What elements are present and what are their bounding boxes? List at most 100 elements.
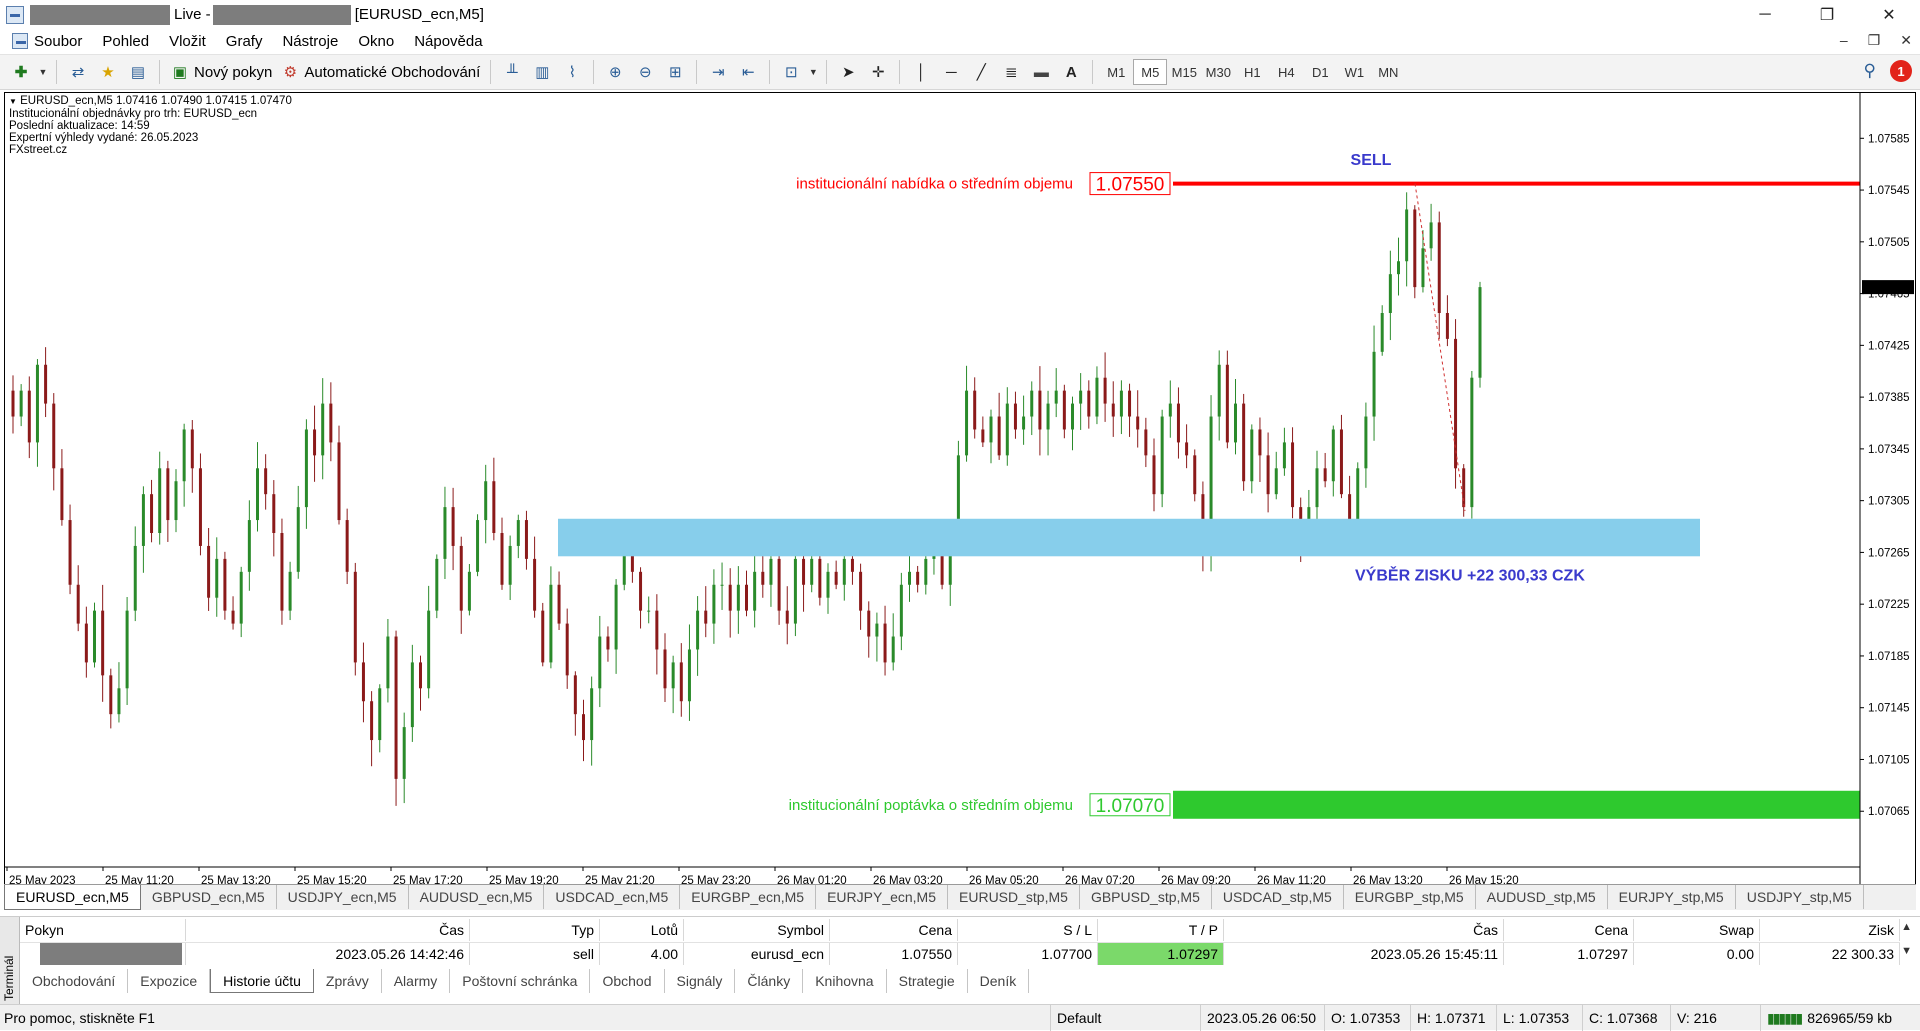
favorites-icon[interactable]: ★ [95,59,121,85]
terminal-tab[interactable]: Obchod [590,969,665,993]
terminal-sidebar[interactable]: Terminál [0,917,20,1005]
menu-vlozit[interactable]: Vložit [159,33,216,50]
symbol-tab[interactable]: AUDUSD_stp,M5 [1476,885,1608,909]
symbol-tab[interactable]: GBPUSD_stp,M5 [1080,885,1212,909]
terminal-tab[interactable]: Expozice [128,969,211,993]
timeframe-d1[interactable]: D1 [1303,59,1337,85]
candlestick-icon[interactable]: ▥ [529,59,555,85]
candle-body [1136,416,1140,430]
col-sl[interactable]: S / L [958,919,1098,941]
timeframe-w1[interactable]: W1 [1337,59,1371,85]
symbol-tab[interactable]: EURUSD_stp,M5 [948,885,1080,909]
symbol-tab[interactable]: EURJPY_ecn,M5 [816,885,949,909]
table-row[interactable]: 2023.05.26 14:42:46 sell 4.00 eurusd_ecn… [20,942,1900,965]
terminal-tab[interactable]: Strategie [887,969,968,993]
symbol-tab[interactable]: USDCAD_ecn,M5 [544,885,681,909]
cursor-icon[interactable]: ➤ [835,59,861,85]
mdi-restore-button[interactable]: ❐ [1868,32,1881,49]
dropdown-arrow-icon[interactable]: ▼ [808,59,818,85]
col-cena[interactable]: Cena [830,919,958,941]
tile-windows-icon[interactable]: ⊞ [662,59,688,85]
new-chart-icon[interactable]: ✚ [8,59,34,85]
symbol-tab[interactable]: USDJPY_ecn,M5 [277,885,409,909]
timeframe-mn[interactable]: MN [1371,59,1405,85]
terminal-tab[interactable]: Historie účtu [210,969,314,993]
notification-badge[interactable]: 1 [1890,60,1912,82]
close-button[interactable]: ✕ [1858,0,1920,29]
collapse-arrow-icon[interactable]: ▼ [9,97,17,106]
status-profile[interactable]: Default [1050,1005,1200,1031]
terminal-tab[interactable]: Deník [968,969,1030,993]
chart-window[interactable]: 1.07550 institucionální nabídka o střední… [4,92,1916,892]
candle-body [1022,416,1026,430]
timeframe-m1[interactable]: M1 [1099,59,1133,85]
terminal-tab[interactable]: Obchodování [20,969,129,993]
symbol-tab[interactable]: EURJPY_stp,M5 [1608,885,1736,909]
terminal-tab[interactable]: Poštovní schránka [450,969,591,993]
symbol-tab[interactable]: EURGBP_stp,M5 [1344,885,1476,909]
timeframe-h1[interactable]: H1 [1235,59,1269,85]
symbol-tab[interactable]: EURUSD_ecn,M5 [4,885,141,910]
terminal-tab[interactable]: Signály [665,969,736,993]
terminal-tab[interactable]: Články [735,969,804,993]
candle-body [1348,494,1352,521]
price-chart[interactable]: 1.07550 institucionální nabídka o střední… [5,93,1915,891]
col-lotu[interactable]: Lotů [600,919,684,941]
text-icon[interactable]: A [1058,59,1084,85]
mdi-close-button[interactable]: ✕ [1900,32,1912,49]
col-tp[interactable]: T / P [1098,919,1224,941]
chart-shift-icon[interactable]: ⇤ [735,59,761,85]
horizontal-line-icon[interactable]: ─ [938,59,964,85]
crosshair-icon[interactable]: ✛ [865,59,891,85]
mdi-minimize-button[interactable]: – [1840,32,1848,49]
scroll-up-icon[interactable]: ▲ [1901,921,1912,933]
col-cena-close[interactable]: Cena [1504,919,1634,941]
zoom-in-icon[interactable]: ⊕ [602,59,628,85]
auto-scroll-icon[interactable]: ⇥ [705,59,731,85]
auto-trading-button[interactable]: ⚙ Automatické Obchodování [276,58,484,86]
col-zisk[interactable]: Zisk [1760,919,1900,941]
new-order-button[interactable]: ▣ Nový pokyn [166,58,276,86]
menu-nastroje[interactable]: Nástroje [272,33,348,50]
menu-napoveda[interactable]: Nápověda [404,33,492,50]
timeframe-m30[interactable]: M30 [1201,59,1235,85]
market-watch-icon[interactable]: ⇄ [65,59,91,85]
menu-grafy[interactable]: Grafy [216,33,273,50]
terminal-tab[interactable]: Alarmy [382,969,451,993]
col-cas[interactable]: Čas [186,919,470,941]
col-swap[interactable]: Swap [1634,919,1760,941]
trendline-icon[interactable]: ╱ [968,59,994,85]
toolbar-separator [593,60,595,84]
symbol-tab[interactable]: GBPUSD_ecn,M5 [141,885,277,909]
timeframe-m5[interactable]: M5 [1133,59,1168,85]
menu-okno[interactable]: Okno [348,33,404,50]
timeframe-m15[interactable]: M15 [1167,59,1201,85]
line-chart-icon[interactable]: ⌇ [559,59,585,85]
bar-chart-icon[interactable]: ╨ [499,59,525,85]
restore-button[interactable]: ❐ [1796,0,1858,29]
navigator-icon[interactable]: ▤ [125,59,151,85]
col-cas-close[interactable]: Čas [1224,919,1504,941]
dropdown-arrow-icon[interactable]: ▼ [38,59,48,85]
menu-pohled[interactable]: Pohled [92,33,159,50]
candle-body [712,584,716,624]
fibonacci-icon[interactable]: ≣ [998,59,1024,85]
col-typ[interactable]: Typ [470,919,600,941]
vertical-line-icon[interactable]: │ [908,59,934,85]
scroll-down-icon[interactable]: ▼ [1901,945,1912,957]
timeframe-h4[interactable]: H4 [1269,59,1303,85]
terminal-tab[interactable]: Knihovna [803,969,887,993]
search-icon[interactable]: ⚲ [1864,61,1876,81]
symbol-tab[interactable]: AUDUSD_ecn,M5 [409,885,545,909]
indicators-icon[interactable]: ⊡ [778,59,804,85]
symbol-tab[interactable]: USDCAD_stp,M5 [1212,885,1344,909]
terminal-tab[interactable]: Zprávy [314,969,382,993]
toolbar-separator [490,60,492,84]
zoom-out-icon[interactable]: ⊖ [632,59,658,85]
minimize-button[interactable]: ─ [1734,0,1796,29]
col-pokyn[interactable]: Pokyn [20,919,186,941]
symbol-tab[interactable]: EURGBP_ecn,M5 [680,885,817,909]
symbol-tab[interactable]: USDJPY_stp,M5 [1736,885,1864,909]
rectangle-icon[interactable]: ▬ [1028,59,1054,85]
col-symbol[interactable]: Symbol [684,919,830,941]
